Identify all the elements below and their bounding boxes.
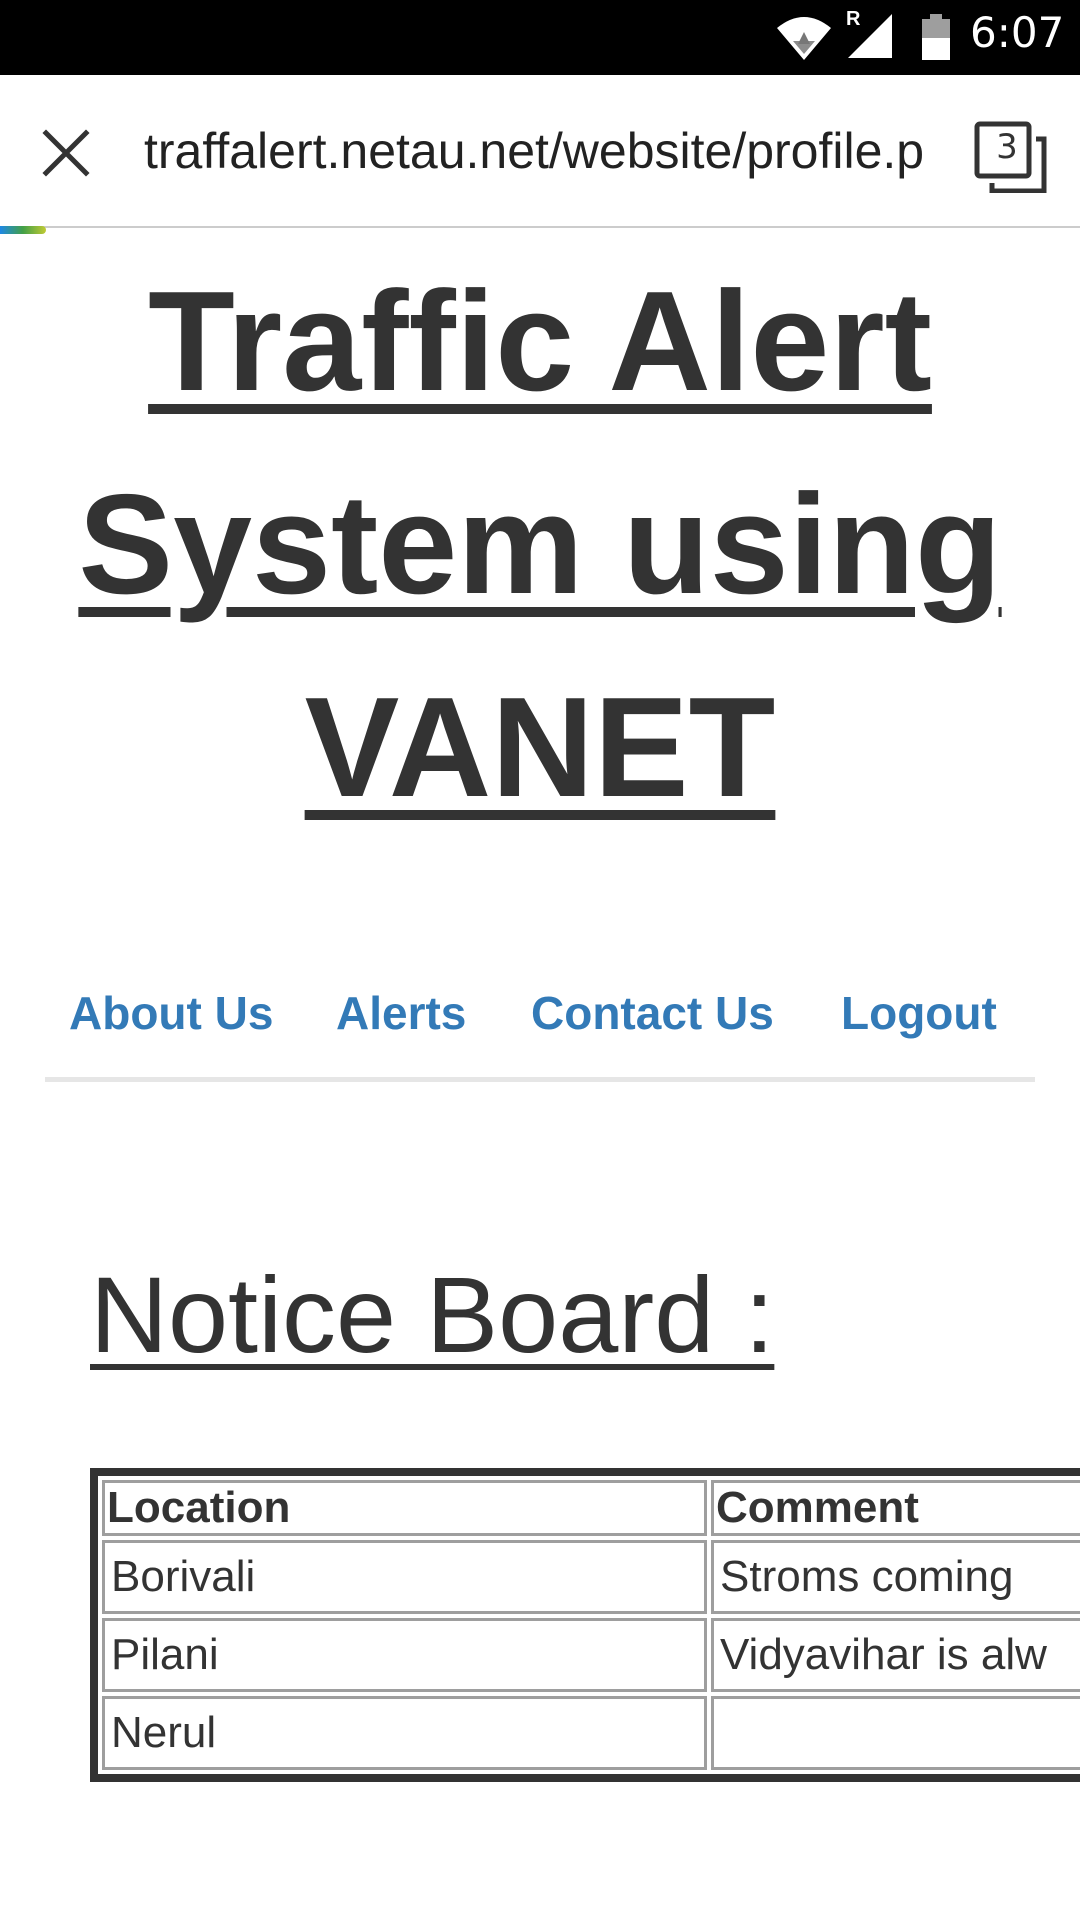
comment-cell <box>711 1696 1080 1770</box>
nav-link-logout[interactable]: Logout <box>841 986 997 1040</box>
page-title: Traffic Alert System using VANET <box>78 262 1002 827</box>
notice-table: Location Comment Borivali Stroms coming … <box>90 1468 1080 1782</box>
notice-table-container: Location Comment Borivali Stroms coming … <box>90 1468 1080 1790</box>
close-icon[interactable] <box>38 125 94 181</box>
comment-cell: Vidyavihar is alw <box>711 1618 1080 1692</box>
table-row: Pilani Vidyavihar is alw <box>102 1618 1080 1692</box>
main-nav: About Us Alerts Contact Us Logout <box>45 950 1035 1082</box>
column-header-location: Location <box>102 1480 707 1536</box>
status-clock: 6:07 <box>970 8 1065 57</box>
location-cell: Nerul <box>102 1696 707 1770</box>
nav-link-alerts[interactable]: Alerts <box>336 986 466 1040</box>
signal-icon <box>848 14 892 58</box>
notice-board-heading: Notice Board : <box>90 1254 775 1375</box>
table-header-row: Location Comment <box>102 1480 1080 1536</box>
table-row: Borivali Stroms coming <box>102 1540 1080 1614</box>
comment-cell: Stroms coming <box>711 1540 1080 1614</box>
column-header-comment: Comment <box>711 1480 1080 1536</box>
page-load-progress <box>0 226 46 234</box>
location-cell: Borivali <box>102 1540 707 1614</box>
nav-link-contact-us[interactable]: Contact Us <box>531 986 774 1040</box>
url-bar[interactable]: traffalert.netau.net/website/profile.p <box>144 121 934 181</box>
wifi-icon <box>777 17 831 60</box>
status-bar: R 6:07 <box>0 0 1080 75</box>
nav-link-about-us[interactable]: About Us <box>69 986 273 1040</box>
battery-icon <box>922 14 950 60</box>
tab-count: 3 <box>996 127 1018 167</box>
table-row: Nerul <box>102 1696 1080 1770</box>
browser-toolbar: traffalert.netau.net/website/profile.p 3 <box>0 75 1080 228</box>
location-cell: Pilani <box>102 1618 707 1692</box>
